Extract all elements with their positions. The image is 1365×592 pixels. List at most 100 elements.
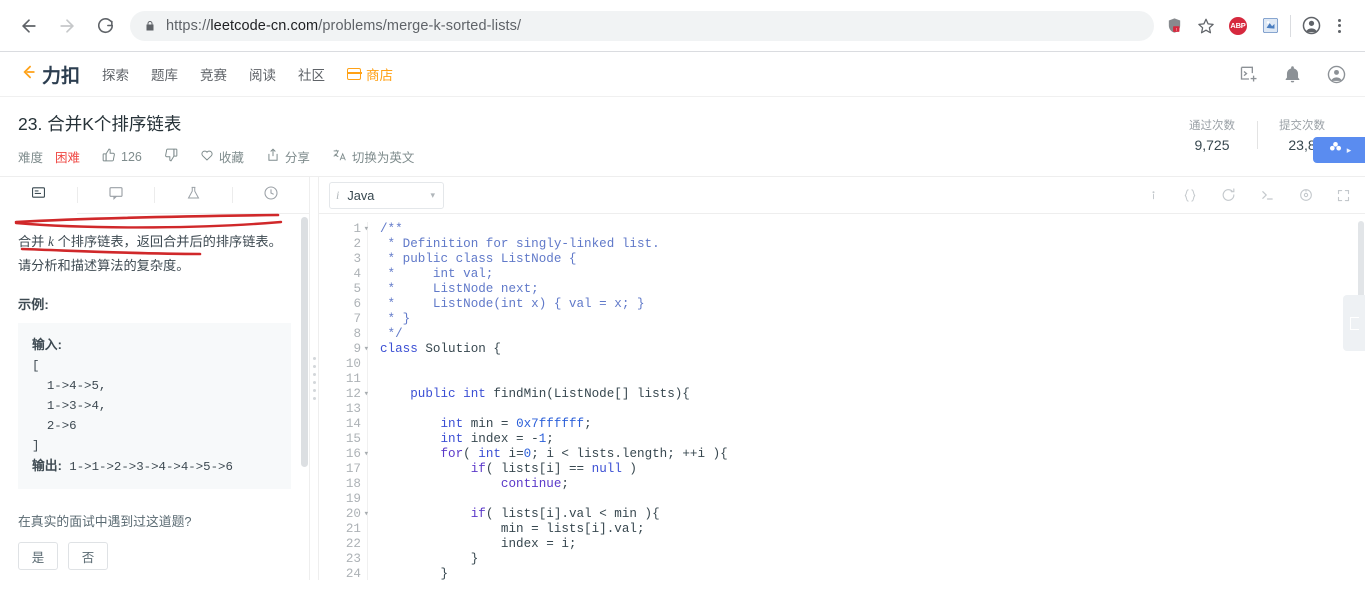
language-select-value: Java: [347, 187, 375, 203]
settings-gear-icon[interactable]: [1298, 187, 1314, 203]
share-button[interactable]: 分享: [266, 147, 310, 166]
desc-p1-part-a: 合并: [18, 234, 49, 249]
accepted-count-label: 通过次数: [1189, 120, 1235, 132]
no-button[interactable]: 否: [68, 542, 108, 570]
nav-item-articles-label: 阅读: [249, 68, 277, 83]
line-number-gutter: 1 ▾ 2 3 4 5 6 7 8 9 ▾ 10 11 12 ▾ 13 14 15 16 ▾ 17 18 19 20 ▾ 21 22…: [319, 222, 369, 580]
example-output-value: 1->1->2->3->4->4->5->6: [69, 460, 233, 474]
reload-icon[interactable]: [88, 9, 122, 43]
code-line: * public class ListNode {: [380, 252, 577, 266]
nav-item-problems[interactable]: 题库: [151, 64, 178, 84]
yes-button[interactable]: 是: [18, 542, 58, 570]
store-icon: [346, 68, 362, 80]
dislike-button[interactable]: [164, 148, 178, 165]
line-number: 20 ▾: [345, 507, 369, 521]
profile-avatar-icon[interactable]: [1297, 12, 1325, 40]
line-number: 5: [353, 282, 361, 296]
line-number: 9 ▾: [353, 342, 369, 356]
info-icon[interactable]: [1147, 188, 1160, 203]
description-paragraph-1: 合并 k 个排序链表，返回合并后的排序链表。: [18, 230, 291, 254]
like-count: 126: [121, 149, 142, 164]
example-input-body: [ 1->4->5, 1->3->4, 2->6 ]: [32, 359, 107, 453]
blue-extension-icon[interactable]: [1256, 12, 1284, 40]
fold-toggle-icon[interactable]: ▾: [364, 507, 369, 522]
difficulty-label: 难度: [18, 151, 44, 165]
toolbar-divider: [1290, 14, 1291, 37]
code-line: }: [380, 552, 479, 566]
user-avatar-icon[interactable]: [1326, 64, 1347, 85]
line-number: 21: [345, 522, 361, 536]
fullscreen-icon[interactable]: [1336, 188, 1351, 203]
forward-arrow-icon[interactable]: [50, 9, 84, 43]
interview-answer-buttons: 是 否: [18, 542, 291, 570]
playground-icon[interactable]: [1239, 64, 1259, 84]
code-editor[interactable]: 1 ▾ 2 3 4 5 6 7 8 9 ▾ 10 11 12 ▾ 13 14 15 16 ▾ 17 18 19 20 ▾ 21 22…: [319, 214, 1365, 580]
adblock-plus-icon[interactable]: ABP: [1224, 12, 1252, 40]
problem-meta-row: 难度 困难 126 收藏 分享 切换为英文: [18, 147, 1167, 166]
language-select[interactable]: i Java ▾: [329, 181, 444, 209]
resize-grip-dots: [312, 357, 316, 400]
line-number: 19: [345, 492, 361, 506]
tab-solution[interactable]: [155, 177, 232, 214]
tab-discuss[interactable]: [77, 177, 154, 214]
chrome-menu-icon[interactable]: [1325, 12, 1353, 40]
line-number: 10: [345, 357, 361, 371]
nav-item-contest[interactable]: 竞赛: [200, 64, 227, 84]
reset-code-icon[interactable]: [1220, 187, 1237, 203]
nav-item-explore[interactable]: 探索: [102, 64, 129, 84]
format-code-icon[interactable]: [1182, 188, 1198, 203]
code-line: continue;: [500, 477, 569, 491]
code-line: * }: [380, 312, 411, 326]
line-number: 2: [353, 237, 361, 251]
url-text: https://leetcode-cn.com/problems/merge-k…: [166, 18, 521, 34]
description-scrollbar[interactable]: [301, 217, 308, 467]
like-button[interactable]: 126: [102, 148, 142, 165]
panel-collapse-tab[interactable]: [1343, 295, 1365, 351]
line-number: 16 ▾: [345, 447, 369, 461]
accepted-count-stat: 通过次数 9,725: [1167, 117, 1257, 153]
url-path: /problems/merge-k-sorted-lists/: [318, 17, 522, 34]
fold-toggle-icon[interactable]: ▾: [364, 387, 369, 402]
collapse-arrow-icon: [1349, 316, 1359, 330]
site-navbar: 力扣 探索 题库 竞赛 阅读 社区 商店: [0, 52, 1365, 97]
code-line: * Definition for singly-linked list.: [380, 237, 660, 251]
fold-toggle-icon[interactable]: ▾: [364, 222, 369, 237]
chevron-down-icon: ▾: [430, 189, 435, 200]
fold-toggle-icon[interactable]: ▾: [364, 342, 369, 357]
difficulty-badge: 难度 困难: [18, 147, 80, 166]
leetcode-logo[interactable]: 力扣: [18, 61, 80, 88]
line-number: 11: [345, 372, 361, 386]
code-line: if( lists[i].val < min ){: [470, 507, 660, 521]
fold-toggle-icon[interactable]: ▾: [364, 447, 369, 462]
address-bar[interactable]: https://leetcode-cn.com/problems/merge-k…: [130, 10, 1154, 41]
nav-item-problems-label: 题库: [151, 68, 179, 83]
favorite-label: 收藏: [218, 151, 244, 165]
nav-item-community[interactable]: 社区: [298, 64, 325, 84]
tab-description[interactable]: [0, 176, 77, 214]
panel-resize-handle[interactable]: [310, 177, 319, 580]
shield-extension-icon[interactable]: !: [1160, 12, 1188, 40]
interview-question-text: 在真实的面试中遇到过这道题?: [18, 514, 192, 529]
back-arrow-icon[interactable]: [12, 9, 46, 43]
nav-item-store[interactable]: 商店: [346, 64, 393, 84]
console-icon[interactable]: [1259, 187, 1276, 203]
baidu-netdisk-widget[interactable]: ▸: [1313, 137, 1365, 163]
code-content[interactable]: /** * Definition for singly-linked list.…: [367, 222, 1365, 580]
code-line: }: [380, 567, 449, 580]
translate-button[interactable]: 切换为英文: [332, 147, 414, 166]
nav-item-community-label: 社区: [298, 68, 326, 83]
favorite-button[interactable]: 收藏: [200, 147, 244, 166]
notifications-bell-icon[interactable]: [1283, 65, 1302, 84]
tab-submissions[interactable]: [232, 177, 309, 214]
line-number: 22: [345, 537, 361, 551]
bookmark-star-icon[interactable]: [1192, 12, 1220, 40]
line-number: 1 ▾: [353, 222, 369, 236]
line-number: 23: [345, 552, 361, 566]
nav-item-articles[interactable]: 阅读: [249, 64, 276, 84]
submission-count-label: 提交次数: [1279, 120, 1325, 132]
info-italic-icon: i: [336, 187, 340, 202]
thumbs-down-icon: [164, 148, 178, 165]
